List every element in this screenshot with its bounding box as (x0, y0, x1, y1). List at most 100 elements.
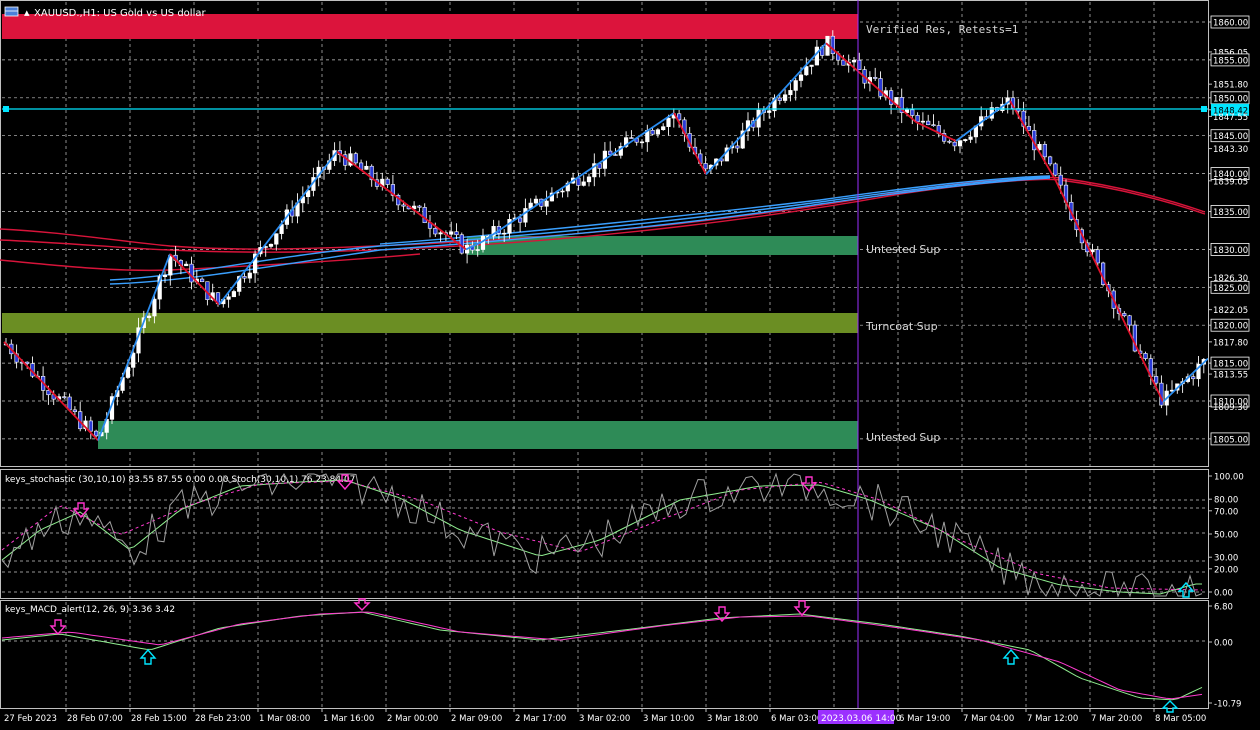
price-label-text: 1839.05 (1213, 177, 1248, 187)
zone-label-turncoat: Turncoat Sup (865, 320, 938, 333)
zigzag-segment (955, 100, 1011, 142)
candle-body (200, 278, 205, 283)
macd-main-line (1, 611, 1203, 701)
zigzag-segment (825, 42, 917, 123)
candle-body (963, 139, 968, 141)
price-label: 1825.00 (1208, 280, 1250, 294)
time-label: 3 Mar 18:00 (707, 714, 758, 724)
price-label: 1847.55 (1208, 113, 1248, 123)
candle-body (162, 274, 168, 277)
candle-body (841, 59, 846, 66)
candle-body (517, 217, 523, 223)
price-line-handle-right[interactable] (1201, 106, 1207, 112)
stoch-scale-label: 30.00 (1214, 554, 1238, 564)
candle-body (189, 263, 194, 283)
candle (581, 175, 586, 187)
zigzag-segment (1009, 100, 1057, 182)
candle (936, 120, 941, 138)
candle (931, 114, 936, 127)
candle-body (88, 420, 93, 432)
candle-body (910, 109, 915, 116)
time-label: 7 Mar 12:00 (1027, 714, 1078, 724)
candle (1021, 101, 1026, 135)
candle-body (353, 153, 358, 164)
candle (427, 214, 433, 238)
candle-body (576, 177, 581, 186)
macd-title: keys_MACD_alert(12, 26, 9) 3.36 3.42 (5, 605, 175, 615)
candle-body (131, 352, 136, 368)
candle-body (268, 243, 274, 247)
candle-body (438, 232, 443, 235)
candle (364, 160, 369, 170)
price-label-text: 1820.00 (1213, 322, 1248, 332)
time-label: 3 Mar 02:00 (579, 714, 630, 724)
price-label-text: 1835.00 (1213, 208, 1248, 218)
candle-body (422, 207, 427, 224)
candle (88, 416, 93, 440)
candle (268, 243, 274, 249)
zigzag-segment (915, 121, 957, 142)
candle (189, 256, 194, 290)
candle (1180, 377, 1185, 393)
candle (560, 188, 565, 198)
candle (979, 106, 984, 131)
candle-body (385, 178, 390, 185)
candle (411, 201, 417, 215)
candle-body (661, 126, 666, 131)
candle (947, 139, 952, 144)
price-label-text: 1822.05 (1213, 306, 1248, 316)
time-label: 2 Mar 17:00 (515, 714, 566, 724)
candle-body (1053, 163, 1058, 176)
candle (417, 204, 422, 212)
macd-sell-arrow-icon (793, 600, 811, 617)
time-label: 28 Feb 15:00 (131, 714, 187, 724)
candle (507, 213, 512, 239)
price-label-text: 1851.80 (1213, 81, 1248, 91)
price-line-handle-left[interactable] (3, 106, 9, 112)
candle-body (1048, 156, 1053, 165)
candle-body (735, 145, 740, 149)
price-scale: 1860.001856.051855.001851.801850.001848.… (1208, 15, 1250, 445)
zigzag-segment (1055, 180, 1164, 403)
zone-label-support-upper: Untested Sup (866, 243, 940, 256)
candle-body (417, 205, 422, 208)
zigzag-segment (218, 151, 338, 306)
candle (295, 193, 300, 224)
macd-sell-arrow-icon (49, 619, 67, 636)
candle (608, 141, 613, 155)
price-label-text: 1830.00 (1213, 246, 1248, 256)
candle-body (62, 396, 67, 398)
candle-body (1143, 353, 1148, 359)
candle (544, 190, 549, 215)
candle (920, 112, 925, 130)
candle-body (523, 208, 528, 223)
price-label-text: 1843.30 (1213, 145, 1248, 155)
candle-body (1090, 249, 1095, 253)
candle (645, 124, 650, 152)
zone-support-lower (98, 421, 858, 449)
candle-body (152, 298, 157, 317)
macd-buy-arrow-icon (1002, 648, 1020, 665)
candle-body (1127, 315, 1132, 326)
stochastic-pane-frame (0, 469, 1209, 599)
symbol-icon (4, 6, 19, 17)
stoch-scale-label: 20.00 (1214, 565, 1238, 575)
price-label: 1850.00 (1208, 91, 1250, 104)
candle-body (629, 137, 634, 139)
ma-red-3 (0, 253, 421, 272)
time-label: 8 Mar 05:00 (1155, 714, 1206, 724)
candle-body (25, 361, 30, 364)
main-pane-frame (0, 0, 1209, 467)
trading-chart[interactable]: Verified Res, Retests=1 Untested Sup Tur… (0, 0, 1260, 726)
candle-body (920, 120, 925, 123)
candle-body (878, 78, 883, 97)
price-label: 1822.05 (1208, 306, 1248, 316)
price-label: 1820.00 (1208, 318, 1250, 332)
time-label: 2 Mar 09:00 (451, 714, 502, 724)
candle-body (1154, 376, 1159, 384)
candle (1053, 162, 1058, 177)
candle (989, 101, 994, 121)
candle-body (72, 409, 77, 412)
candle-body (1191, 376, 1196, 380)
candle (878, 71, 883, 100)
